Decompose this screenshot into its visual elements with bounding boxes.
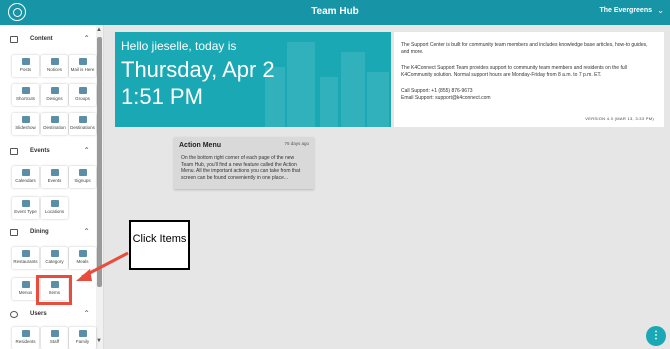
callout-text: Click Items	[132, 233, 187, 245]
time-text: 1:51 PM	[121, 84, 203, 109]
greeting-card: Hello jieselle, today is Thursday, Apr 2…	[115, 32, 391, 127]
support-email[interactable]: Email Support: support@k4connect.com	[401, 95, 656, 102]
action-menu-body: On the bottom right corner of each page …	[181, 155, 301, 181]
support-hours: The K4Connect Support Team provides supp…	[401, 65, 627, 78]
action-menu-title: Action Menu	[179, 142, 221, 149]
click-items-callout: Click Items	[129, 220, 190, 270]
version-label: VERSION 4.0 (MAR 13, 3:33 PM)	[585, 116, 654, 121]
greeting-text: Hello jieselle, today is	[121, 39, 237, 53]
support-intro: The Support Center is built for communit…	[401, 42, 648, 55]
action-menu-card[interactable]: Action Menu 76 days ago On the bottom ri…	[174, 137, 314, 189]
action-menu-age: 76 days ago	[284, 141, 309, 146]
action-menu-button[interactable]: ⋮	[646, 326, 666, 346]
support-phone[interactable]: Call Support: +1 (855) 876-9673	[401, 88, 656, 95]
support-panel: The Support Center is built for communit…	[394, 32, 664, 127]
date-text: Thursday, Apr 2	[121, 57, 275, 82]
